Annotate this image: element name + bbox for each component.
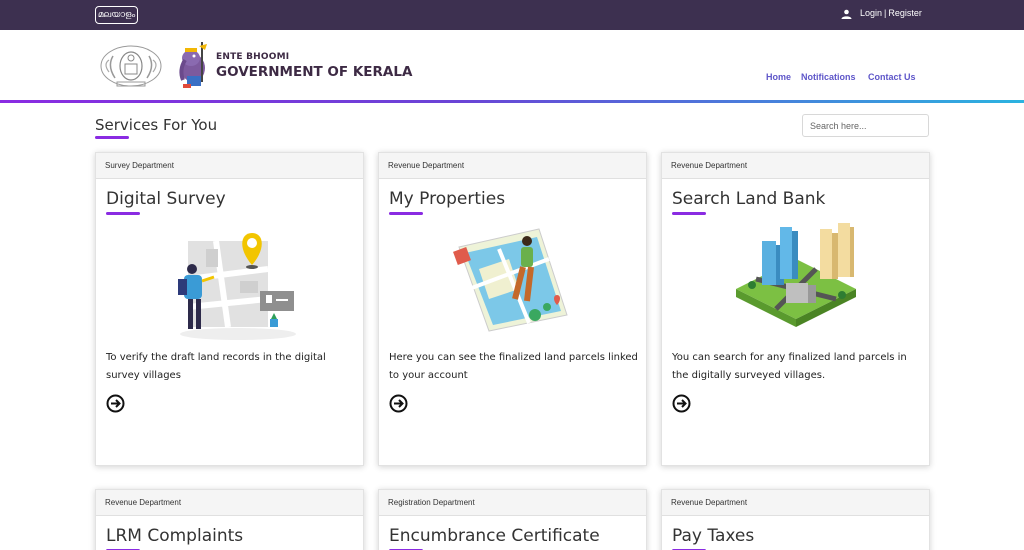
- top-bar: മലയാളം Login | Register: [0, 0, 1024, 30]
- section-title: Services For You: [95, 116, 218, 134]
- card-title: Encumbrance Certificate: [389, 526, 600, 546]
- nav-home-link[interactable]: Home: [766, 72, 791, 82]
- header-gradient-divider: [0, 100, 1024, 103]
- card-description: You can search for any finalized land pa…: [672, 352, 907, 381]
- card-title-underline: [389, 212, 423, 215]
- nav-contact-link[interactable]: Contact Us: [868, 72, 916, 82]
- card-description: Here you can see the finalized land parc…: [389, 352, 638, 381]
- site-header: ENTE BHOOMI GOVERNMENT OF KERALA Home No…: [0, 30, 1024, 100]
- card-department: Revenue Department: [662, 153, 929, 179]
- service-card-pay-taxes[interactable]: Revenue Department Pay Taxes: [661, 489, 930, 550]
- city-blocks-illustration: [736, 223, 856, 327]
- service-card-lrm-complaints[interactable]: Revenue Department LRM Complaints: [95, 489, 364, 550]
- nav-notifications-link[interactable]: Notifications: [801, 72, 856, 82]
- brand-title: GOVERNMENT OF KERALA: [216, 64, 413, 80]
- map-pin-surveyor-illustration: [178, 233, 296, 340]
- user-icon: [841, 9, 852, 19]
- card-title: Pay Taxes: [672, 526, 755, 546]
- card-title-underline: [672, 212, 706, 215]
- card-title: Search Land Bank: [672, 189, 826, 209]
- service-card-encumbrance-certificate[interactable]: Registration Department Encumbrance Cert…: [378, 489, 647, 550]
- mascot-logo[interactable]: [171, 40, 211, 90]
- arrow-circle-right-icon[interactable]: [389, 394, 408, 413]
- login-link[interactable]: Login: [860, 8, 882, 18]
- card-department: Registration Department: [379, 490, 646, 516]
- service-card-search-land-bank[interactable]: Revenue Department Search Land Bank You …: [661, 152, 930, 466]
- card-title: My Properties: [389, 189, 506, 209]
- card-department: Revenue Department: [662, 490, 929, 516]
- section-title-underline: [95, 136, 129, 139]
- card-title: Digital Survey: [106, 189, 226, 209]
- card-department: Revenue Department: [96, 490, 363, 516]
- card-description: To verify the draft land records in the …: [106, 352, 326, 381]
- arrow-circle-right-icon[interactable]: [106, 394, 125, 413]
- card-title: LRM Complaints: [106, 526, 244, 546]
- brand-subtitle: ENTE BHOOMI: [216, 52, 290, 62]
- register-link[interactable]: Register: [888, 8, 922, 18]
- map-explorer-illustration: [453, 228, 568, 332]
- arrow-circle-right-icon[interactable]: [672, 394, 691, 413]
- service-card-my-properties[interactable]: Revenue Department My Properties Here yo…: [378, 152, 647, 466]
- login-register-links: Login | Register: [860, 8, 922, 18]
- service-card-digital-survey[interactable]: Survey Department Digital Survey To veri…: [95, 152, 364, 466]
- card-title-underline: [106, 212, 140, 215]
- kerala-emblem-logo[interactable]: [99, 44, 163, 88]
- search-input[interactable]: [802, 114, 929, 137]
- card-department: Survey Department: [96, 153, 363, 179]
- language-toggle-button[interactable]: മലയാളം: [95, 6, 138, 24]
- login-separator: |: [884, 8, 887, 18]
- card-department: Revenue Department: [379, 153, 646, 179]
